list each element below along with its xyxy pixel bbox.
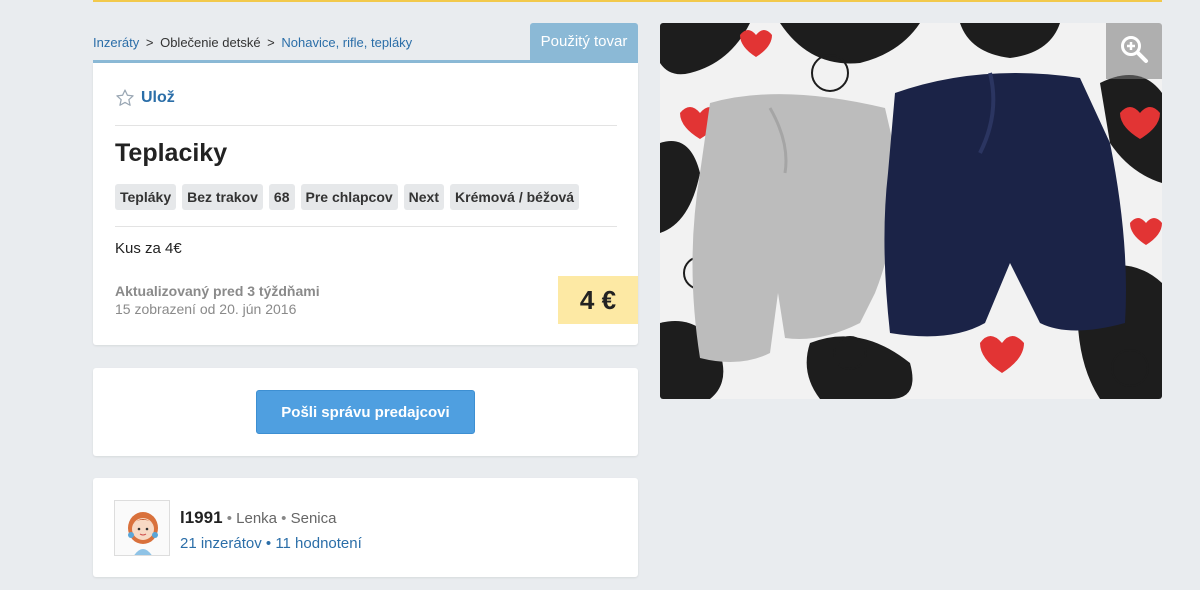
divider	[115, 125, 617, 126]
price-tag: 4 €	[558, 276, 638, 324]
breadcrumb-link-ads[interactable]: Inzeráty	[93, 35, 139, 50]
tag[interactable]: Tepláky	[115, 184, 177, 210]
top-accent-line	[93, 0, 1162, 2]
save-label: Ulož	[141, 89, 175, 106]
seller-info: l1991 • Lenka • Senica	[180, 508, 337, 527]
save-button[interactable]: Ulož	[115, 87, 175, 109]
message-seller-button[interactable]: Pošli správu predajcovi	[256, 390, 475, 434]
divider	[115, 226, 617, 227]
message-card: Pošli správu predajcovi	[93, 368, 638, 456]
avatar[interactable]	[114, 500, 170, 556]
seller-card: l1991 • Lenka • Senica 21 inzerátov • 11…	[93, 478, 638, 577]
tag[interactable]: 68	[268, 184, 295, 210]
listing-card: Ulož Teplaciky Tepláky Bez trakov 68 Pre…	[93, 63, 638, 345]
listing-title: Teplaciky	[115, 139, 228, 167]
view-count: 15 zobrazení od 20. jún 2016	[115, 301, 297, 317]
breadcrumb-link-subcategory[interactable]: Nohavice, rifle, tepláky	[281, 35, 412, 50]
tag[interactable]: Pre chlapcov	[300, 184, 398, 210]
seller-username[interactable]: l1991	[180, 508, 223, 527]
tag[interactable]: Bez trakov	[182, 184, 263, 210]
condition-badge: Použitý tovar	[530, 23, 638, 60]
tag[interactable]: Krémová / béžová	[450, 184, 580, 210]
seller-city: Senica	[290, 510, 337, 527]
breadcrumb-separator: >	[267, 35, 275, 50]
zoom-button[interactable]	[1106, 23, 1162, 79]
breadcrumb-separator: >	[145, 35, 154, 50]
seller-ratings-link[interactable]: 11 hodnotení	[275, 535, 361, 552]
seller-stats: 21 inzerátov • 11 hodnotení	[180, 535, 362, 552]
listing-description: Kus za 4€	[115, 240, 182, 257]
zoom-in-icon	[1119, 34, 1149, 69]
star-outline-icon	[115, 88, 135, 108]
breadcrumb: Inzeráty > Oblečenie detské > Nohavice, …	[93, 35, 412, 50]
updated-time: Aktualizovaný pred 3 týždňami	[115, 283, 320, 299]
seller-listings-link[interactable]: 21 inzerátov	[180, 535, 262, 552]
breadcrumb-current-category: Oblečenie detské	[160, 35, 261, 50]
breadcrumb-bar: Inzeráty > Oblečenie detské > Nohavice, …	[93, 23, 638, 63]
seller-name: Lenka	[236, 510, 278, 527]
tag-list: Tepláky Bez trakov 68 Pre chlapcov Next …	[115, 184, 580, 210]
tag[interactable]: Next	[403, 184, 445, 210]
product-photo[interactable]	[660, 23, 1162, 399]
